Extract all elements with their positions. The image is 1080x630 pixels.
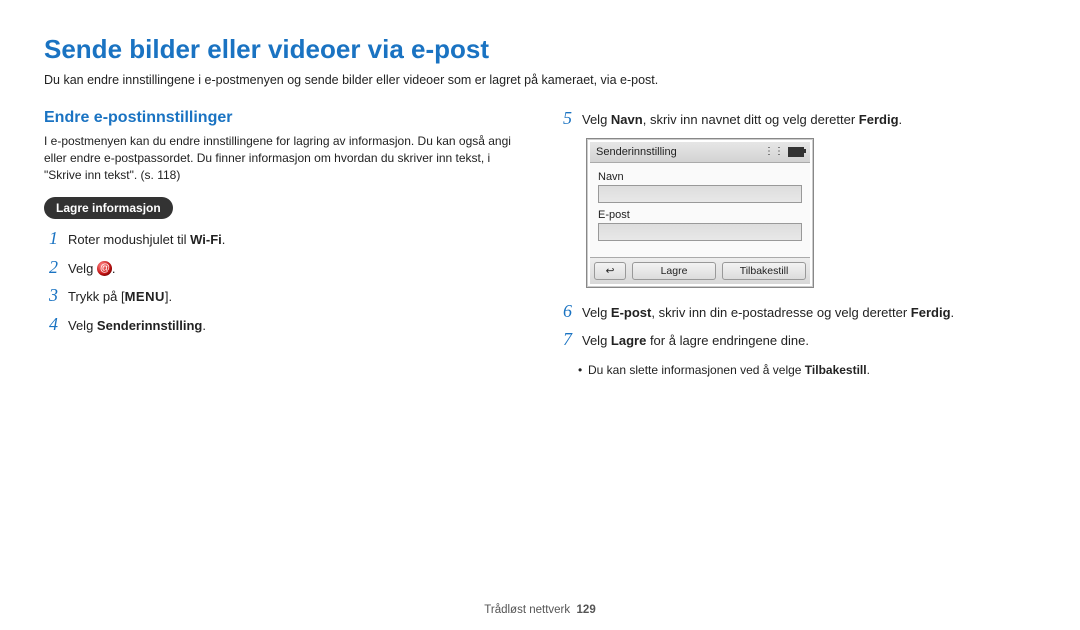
step-7-text-a: Velg — [582, 333, 611, 348]
note-bold: Tilbakestill — [805, 363, 867, 377]
email-icon — [97, 261, 112, 276]
steps-left: 1 Roter modushjulet til Wi-Fi. 2 Velg . … — [44, 229, 522, 335]
step-1: 1 Roter modushjulet til Wi-Fi. — [44, 229, 522, 250]
step-5-text-c: , skriv inn navnet ditt og velg deretter — [643, 112, 859, 127]
step-number: 1 — [44, 229, 58, 247]
step-2-text-a: Velg — [68, 261, 97, 276]
device-footer: ↩ Lagre Tilbakestill — [590, 257, 810, 284]
step-1-text-a: Roter modushjulet til — [68, 232, 190, 247]
device-label-email: E-post — [598, 209, 802, 221]
footer-section: Trådløst nettverk — [484, 604, 570, 616]
device-body: Navn E-post — [590, 163, 810, 257]
page-intro: Du kan endre innstillingene i e-postmeny… — [44, 73, 1036, 87]
step-6-text-d: . — [951, 305, 955, 320]
device-status-icons: ⋮⋮ — [764, 146, 804, 157]
device-label-name: Navn — [598, 171, 802, 183]
step-4-text-a: Velg — [68, 318, 97, 333]
device-header-title: Senderinnstilling — [596, 146, 677, 158]
wifi-glyph: Wi-Fi — [190, 232, 222, 247]
page-title: Sende bilder eller videoer via e-post — [44, 34, 1036, 65]
step-6-text-a: Velg — [582, 305, 611, 320]
step-4-text-b: . — [202, 318, 206, 333]
pill-store-info: Lagre informasjon — [44, 197, 173, 219]
device-header: Senderinnstilling ⋮⋮ — [590, 142, 810, 163]
wifi-status-icon: ⋮⋮ — [764, 146, 784, 157]
step-7-text-c: for å lagre endringene dine. — [646, 333, 809, 348]
menu-glyph: MENU — [125, 289, 165, 304]
step-4: 4 Velg Senderinnstilling. — [44, 315, 522, 336]
step-3: 3 Trykk på [MENU]. — [44, 286, 522, 307]
step-5-text-a: Velg — [582, 112, 611, 127]
para-email-settings: I e-postmenyen kan du endre innstillinge… — [44, 133, 522, 183]
step-6-bold-2: Ferdig — [911, 305, 951, 320]
device-back-button[interactable]: ↩ — [594, 262, 626, 280]
step-7-bold-1: Lagre — [611, 333, 646, 348]
step-5-text-d: . — [899, 112, 903, 127]
note-text-b: . — [867, 363, 870, 377]
step-number: 4 — [44, 315, 58, 333]
device-save-button[interactable]: Lagre — [632, 262, 716, 280]
step-3-text-b: ]. — [165, 289, 172, 304]
right-column: 5 Velg Navn, skriv inn navnet ditt og ve… — [558, 109, 1036, 389]
step-number: 2 — [44, 258, 58, 276]
step-number: 6 — [558, 302, 572, 320]
device-input-name[interactable] — [598, 185, 802, 203]
footer-page-number: 129 — [577, 604, 596, 616]
step-4-bold: Senderinnstilling — [97, 318, 202, 333]
subhead-email-settings: Endre e-postinnstillinger — [44, 109, 522, 127]
step-6: 6 Velg E-post, skriv inn din e-postadres… — [558, 302, 1036, 323]
step-5-bold-2: Ferdig — [859, 112, 899, 127]
step-number: 3 — [44, 286, 58, 304]
step-2: 2 Velg . — [44, 258, 522, 279]
step-number: 5 — [558, 109, 572, 127]
left-column: Endre e-postinnstillinger I e-postmenyen… — [44, 109, 522, 389]
battery-icon — [788, 147, 804, 157]
step-1-text-b: . — [222, 232, 226, 247]
steps-right: 5 Velg Navn, skriv inn navnet ditt og ve… — [558, 109, 1036, 130]
step-2-text-b: . — [112, 261, 116, 276]
step-3-text-a: Trykk på [ — [68, 289, 125, 304]
device-reset-button[interactable]: Tilbakestill — [722, 262, 806, 280]
note-reset: Du kan slette informasjonen ved å velge … — [588, 363, 1036, 377]
device-screenshot: Senderinnstilling ⋮⋮ Navn E-post ↩ Lagre… — [586, 138, 814, 288]
step-5-bold-1: Navn — [611, 112, 643, 127]
step-7: 7 Velg Lagre for å lagre endringene dine… — [558, 330, 1036, 351]
step-number: 7 — [558, 330, 572, 348]
note-text-a: Du kan slette informasjonen ved å velge — [588, 363, 805, 377]
step-6-text-c: , skriv inn din e-postadresse og velg de… — [651, 305, 910, 320]
page-footer: Trådløst nettverk 129 — [0, 604, 1080, 616]
device-input-email[interactable] — [598, 223, 802, 241]
step-5: 5 Velg Navn, skriv inn navnet ditt og ve… — [558, 109, 1036, 130]
steps-right-cont: 6 Velg E-post, skriv inn din e-postadres… — [558, 302, 1036, 351]
step-6-bold-1: E-post — [611, 305, 651, 320]
